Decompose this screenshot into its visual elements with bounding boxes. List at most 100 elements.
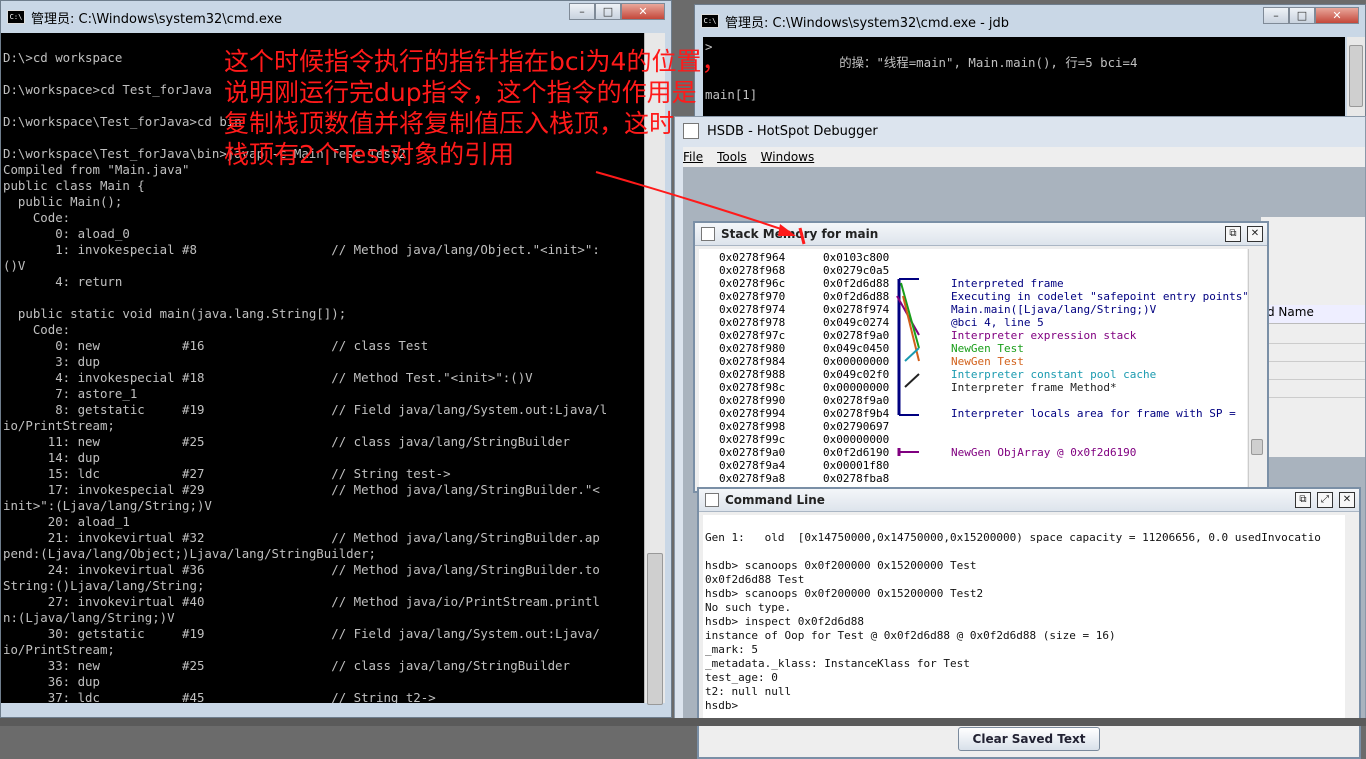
stack-address: 0x0278f99c bbox=[719, 433, 786, 446]
minimize-button[interactable]: – bbox=[1263, 7, 1289, 24]
console-line: 4: invokespecial #18 // Method Test."<in… bbox=[3, 370, 533, 385]
cmd-window-title: 管理员: C:\Windows\system32\cmd.exe bbox=[31, 11, 282, 27]
hsdb-titlebar[interactable]: HSDB - HotSpot Debugger bbox=[675, 117, 1365, 145]
console-line: public static void main(java.lang.String… bbox=[3, 306, 347, 321]
console-icon: C:\ bbox=[701, 14, 719, 28]
stack-annotation: Interpreter locals area for frame with S… bbox=[951, 407, 1236, 420]
restore-icon[interactable]: ⧉ bbox=[1225, 226, 1241, 242]
maximize-button[interactable]: □ bbox=[595, 3, 621, 20]
stack-memory-title: Stack Memory for main bbox=[721, 227, 879, 241]
stack-annotation: Interpreter constant pool cache bbox=[951, 368, 1157, 381]
stack-annotation: Interpreter expression stack bbox=[951, 329, 1137, 342]
annotation-note: 这个时候指令执行的指针指在bci为4的位置， 说明刚运行完dup指令，这个指令的… bbox=[224, 47, 727, 169]
command-output-line: hsdb> bbox=[705, 699, 739, 712]
jdb-window[interactable]: C:\ 管理员: C:\Windows\system32\cmd.exe - j… bbox=[694, 4, 1366, 120]
command-output-line: hsdb> scanoops 0x0f200000 0x15200000 Tes… bbox=[705, 587, 984, 600]
stack-address: 0x0278f988 bbox=[719, 368, 786, 381]
stack-value: 0x0278f974 bbox=[823, 303, 890, 316]
hsdb-menubar: File Tools Windows bbox=[683, 147, 1365, 167]
stack-value: 0x049c0450 bbox=[823, 342, 890, 355]
stack-value: 0x00000000 bbox=[823, 355, 890, 368]
cmd-window-titlebar[interactable]: C:\ 管理员: C:\Windows\system32\cmd.exe – □… bbox=[1, 1, 671, 33]
scrollbar-thumb[interactable] bbox=[1349, 45, 1363, 107]
jdb-scrollbar[interactable] bbox=[1347, 37, 1365, 119]
desktop-background bbox=[0, 718, 1366, 726]
stack-annotation: @bci 4, line 5 bbox=[951, 316, 1044, 329]
console-line: io/PrintStream; bbox=[3, 418, 115, 433]
stack-address: 0x0278f978 bbox=[719, 316, 786, 329]
command-output-line bbox=[705, 545, 1345, 559]
console-line: 14: dup bbox=[3, 450, 100, 465]
console-line: 37: ldc #45 // String t2-> bbox=[3, 690, 436, 703]
console-line: 15: ldc #27 // String test-> bbox=[3, 466, 451, 481]
close-icon[interactable]: ✕ bbox=[1339, 492, 1355, 508]
close-button[interactable]: ✕ bbox=[1315, 7, 1359, 24]
stack-value: 0x049c02f0 bbox=[823, 368, 890, 381]
stack-memory-frame[interactable]: Stack Memory for main ⧉ ✕ 0x0278f964 0x01… bbox=[693, 221, 1269, 493]
stack-value: 0x0278f9a0 bbox=[823, 394, 890, 407]
restore-icon[interactable]: ⧉ bbox=[1295, 492, 1311, 508]
stack-address: 0x0278f964 bbox=[719, 251, 786, 264]
command-line-output[interactable]: Gen 1: old [0x14750000,0x14750000,0x1520… bbox=[703, 515, 1345, 721]
stack-address: 0x0278f98c bbox=[719, 381, 786, 394]
scrollbar-thumb[interactable] bbox=[647, 553, 663, 705]
stack-address: 0x0278f9a4 bbox=[719, 459, 786, 472]
menu-windows[interactable]: Windows bbox=[761, 150, 815, 164]
console-line: init>":(Ljava/lang/String;)V bbox=[3, 498, 212, 513]
command-line-titlebar[interactable]: Command Line ⧉ ⤢ ✕ bbox=[699, 489, 1359, 512]
stack-value: 0x0f2d6d88 bbox=[823, 290, 890, 303]
stack-address: 0x0278f990 bbox=[719, 394, 786, 407]
console-line: String:()Ljava/lang/String; bbox=[3, 578, 205, 593]
stack-address: 0x0278f984 bbox=[719, 355, 786, 368]
stack-address: 0x0278f9a8 bbox=[719, 472, 786, 485]
close-button[interactable]: ✕ bbox=[621, 3, 665, 20]
stack-address: 0x0278f974 bbox=[719, 303, 786, 316]
console-icon: C:\ bbox=[7, 10, 25, 24]
stack-value: 0x00001f80 bbox=[823, 459, 890, 472]
command-output-line: 0x0f2d6d88 Test bbox=[705, 573, 805, 586]
hsdb-desktop: d Name Stack Memory for main ⧉ ✕ 0x0278f… bbox=[683, 167, 1365, 759]
command-line-scrollbar[interactable] bbox=[1347, 515, 1359, 721]
hsdb-window[interactable]: HSDB - HotSpot Debugger File Tools Windo… bbox=[674, 116, 1366, 759]
jdb-console-output[interactable]: > 的操："线程=main", Main.main(), 行=5 bci=4 m… bbox=[703, 37, 1345, 119]
clear-saved-text-button[interactable]: Clear Saved Text bbox=[957, 727, 1101, 751]
maximize-icon[interactable]: ⤢ bbox=[1317, 492, 1333, 508]
minimize-button[interactable]: – bbox=[569, 3, 595, 20]
jdb-window-titlebar[interactable]: C:\ 管理员: C:\Windows\system32\cmd.exe - j… bbox=[695, 5, 1365, 37]
maximize-button[interactable]: □ bbox=[1289, 7, 1315, 24]
stack-annotation: NewGen ObjArray @ 0x0f2d6190 bbox=[951, 446, 1137, 459]
console-line: 0: aload_0 bbox=[3, 226, 130, 241]
frame-icon bbox=[701, 227, 715, 241]
scrollbar-thumb[interactable] bbox=[1251, 439, 1263, 455]
stack-value: 0x00000000 bbox=[823, 433, 890, 446]
command-output-line bbox=[705, 517, 1345, 531]
jdb-window-title: 管理员: C:\Windows\system32\cmd.exe - jdb bbox=[725, 15, 1010, 31]
stack-memory-titlebar[interactable]: Stack Memory for main ⧉ ✕ bbox=[695, 223, 1267, 246]
console-line: public class Main { bbox=[3, 178, 145, 193]
console-line: > bbox=[705, 39, 713, 54]
stack-memory-table: 0x0278f964 0x0103c800 0x0278f968 0x0279c0a5… bbox=[699, 249, 1247, 487]
stack-annotation: Main.main([Ljava/lang/String;)V bbox=[951, 303, 1157, 316]
console-line: 20: aload_1 bbox=[3, 514, 130, 529]
stack-value: 0x02790697 bbox=[823, 420, 890, 433]
console-line: 36: dup bbox=[3, 674, 100, 689]
stack-address: 0x0278f980 bbox=[719, 342, 786, 355]
stack-value: 0x0f2d6d88 bbox=[823, 277, 890, 290]
close-icon[interactable]: ✕ bbox=[1247, 226, 1263, 242]
command-output-line: _mark: 5 bbox=[705, 643, 758, 656]
stack-address: 0x0278f998 bbox=[719, 420, 786, 433]
stack-address: 0x0278f96c bbox=[719, 277, 786, 290]
console-line: 17: invokespecial #29 // Method java/lan… bbox=[3, 482, 600, 497]
thread-name-column-header[interactable]: d Name bbox=[1261, 305, 1365, 324]
stack-value: 0x0278fba8 bbox=[823, 472, 890, 485]
stack-scrollbar[interactable] bbox=[1248, 249, 1265, 487]
command-output-line: Gen 1: old [0x14750000,0x14750000,0x1520… bbox=[705, 531, 1321, 544]
stack-value: 0x0f2d6190 bbox=[823, 446, 890, 459]
console-line: 1: invokespecial #8 // Method java/lang/… bbox=[3, 242, 600, 257]
console-line: 21: invokevirtual #32 // Method java/lan… bbox=[3, 530, 600, 545]
command-output-line: _metadata._klass: InstanceKlass for Test bbox=[705, 657, 970, 670]
console-line: n:(Ljava/lang/String;)V bbox=[3, 610, 175, 625]
stack-annotation: Interpreted frame bbox=[951, 277, 1064, 290]
console-line: 11: new #25 // class java/lang/StringBui… bbox=[3, 434, 570, 449]
